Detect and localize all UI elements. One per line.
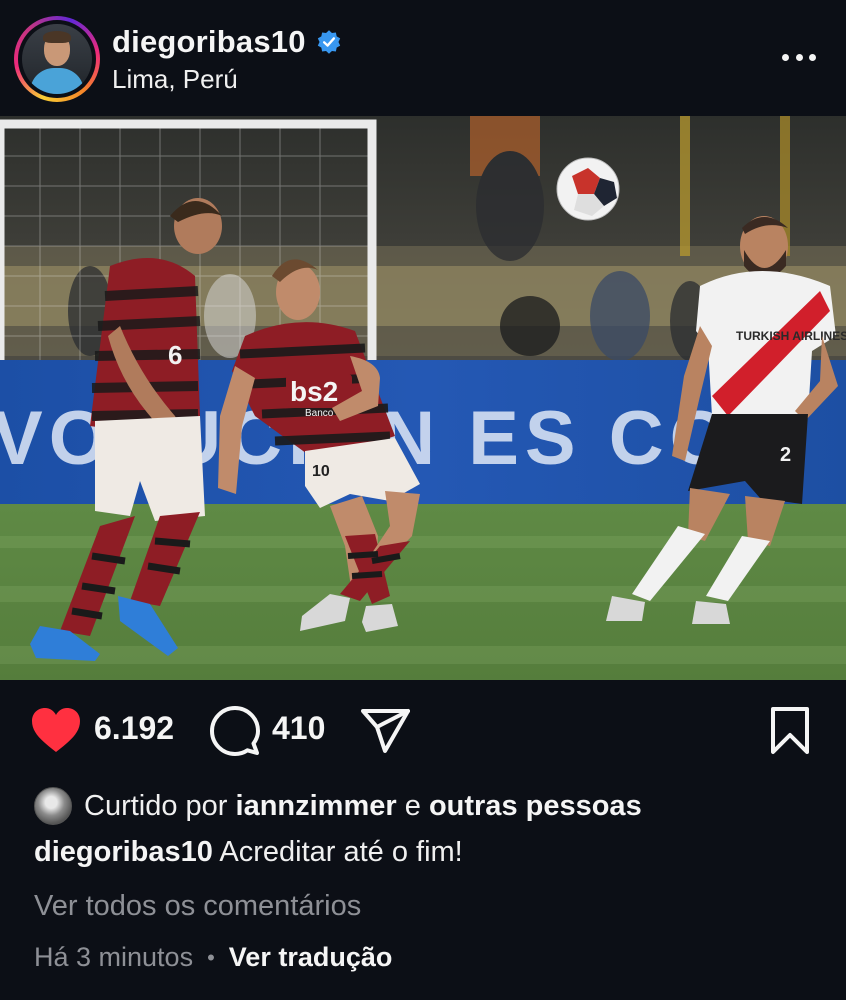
view-all-comments-link[interactable]: Ver todos os comentários bbox=[34, 890, 361, 923]
opponent-sponsor: TURKISH AIRLINES bbox=[736, 329, 846, 343]
liker-avatar[interactable] bbox=[34, 787, 72, 825]
shirt-sponsor: bs2 bbox=[290, 376, 338, 407]
liked-by-row[interactable]: Curtido por iannzimmer e outras pessoas bbox=[34, 786, 642, 826]
liked-by-prefix: Curtido por bbox=[84, 789, 236, 822]
heart-icon[interactable] bbox=[30, 706, 82, 754]
avatar-image bbox=[22, 24, 92, 94]
post-location[interactable]: Lima, Perú bbox=[112, 64, 238, 95]
more-options-icon[interactable] bbox=[782, 48, 816, 66]
meta-separator: • bbox=[207, 944, 215, 970]
football-match-photo: VOLUCIÓN ES CON 6 bs2 Banco 10 TURKISH A… bbox=[0, 116, 846, 680]
post-photo[interactable]: VOLUCIÓN ES CON 6 bs2 Banco 10 TURKISH A… bbox=[0, 116, 846, 680]
verified-badge-icon bbox=[317, 30, 340, 54]
left-player-number: 6 bbox=[168, 340, 182, 370]
post-header: diegoribas10 Lima, Perú bbox=[0, 0, 846, 116]
comment-count[interactable]: 410 bbox=[272, 710, 325, 747]
caption-text: Acreditar até o fim! bbox=[212, 836, 463, 868]
shirt-sponsor-sub: Banco bbox=[305, 408, 334, 419]
translate-link[interactable]: Ver tradução bbox=[229, 942, 393, 973]
soccer-ball bbox=[556, 157, 620, 221]
post-meta: Há 3 minutos • Ver tradução bbox=[34, 942, 392, 973]
shorts-number: 10 bbox=[312, 463, 330, 480]
like-count[interactable]: 6.192 bbox=[94, 710, 174, 747]
share-icon[interactable] bbox=[360, 708, 410, 754]
post-username[interactable]: diegoribas10 bbox=[112, 24, 306, 60]
profile-avatar[interactable] bbox=[14, 16, 100, 102]
post-actions: 6.192 410 bbox=[0, 700, 846, 764]
liked-by-others[interactable]: outras pessoas bbox=[429, 790, 642, 823]
post-timestamp: Há 3 minutos bbox=[34, 942, 194, 972]
liker-username[interactable]: iannzimmer bbox=[236, 790, 397, 823]
liked-by-conjunction: e bbox=[396, 789, 429, 822]
bookmark-icon[interactable] bbox=[770, 706, 810, 756]
opponent-number: 2 bbox=[780, 444, 791, 466]
caption-username[interactable]: diegoribas10 bbox=[34, 836, 213, 868]
post-caption: diegoribas10 Acreditar até o fim! bbox=[34, 836, 463, 869]
comment-icon[interactable] bbox=[210, 706, 260, 756]
